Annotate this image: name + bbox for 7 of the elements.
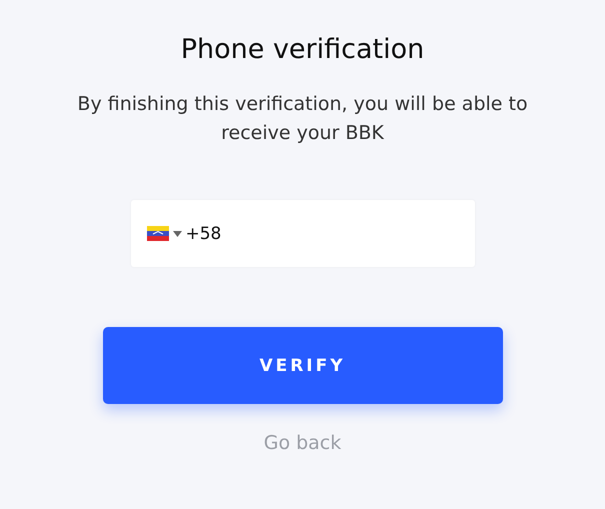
caret-icon bbox=[172, 230, 182, 236]
description: By finishing this verification, you will be able to receive your BBK bbox=[76, 92, 529, 146]
page-title: Phone verification bbox=[180, 34, 424, 65]
country-selector[interactable] bbox=[146, 226, 182, 241]
flag-icon bbox=[146, 226, 168, 241]
phone-input[interactable]: +58 bbox=[186, 224, 386, 244]
verify-button[interactable]: VERIFY bbox=[102, 327, 502, 404]
